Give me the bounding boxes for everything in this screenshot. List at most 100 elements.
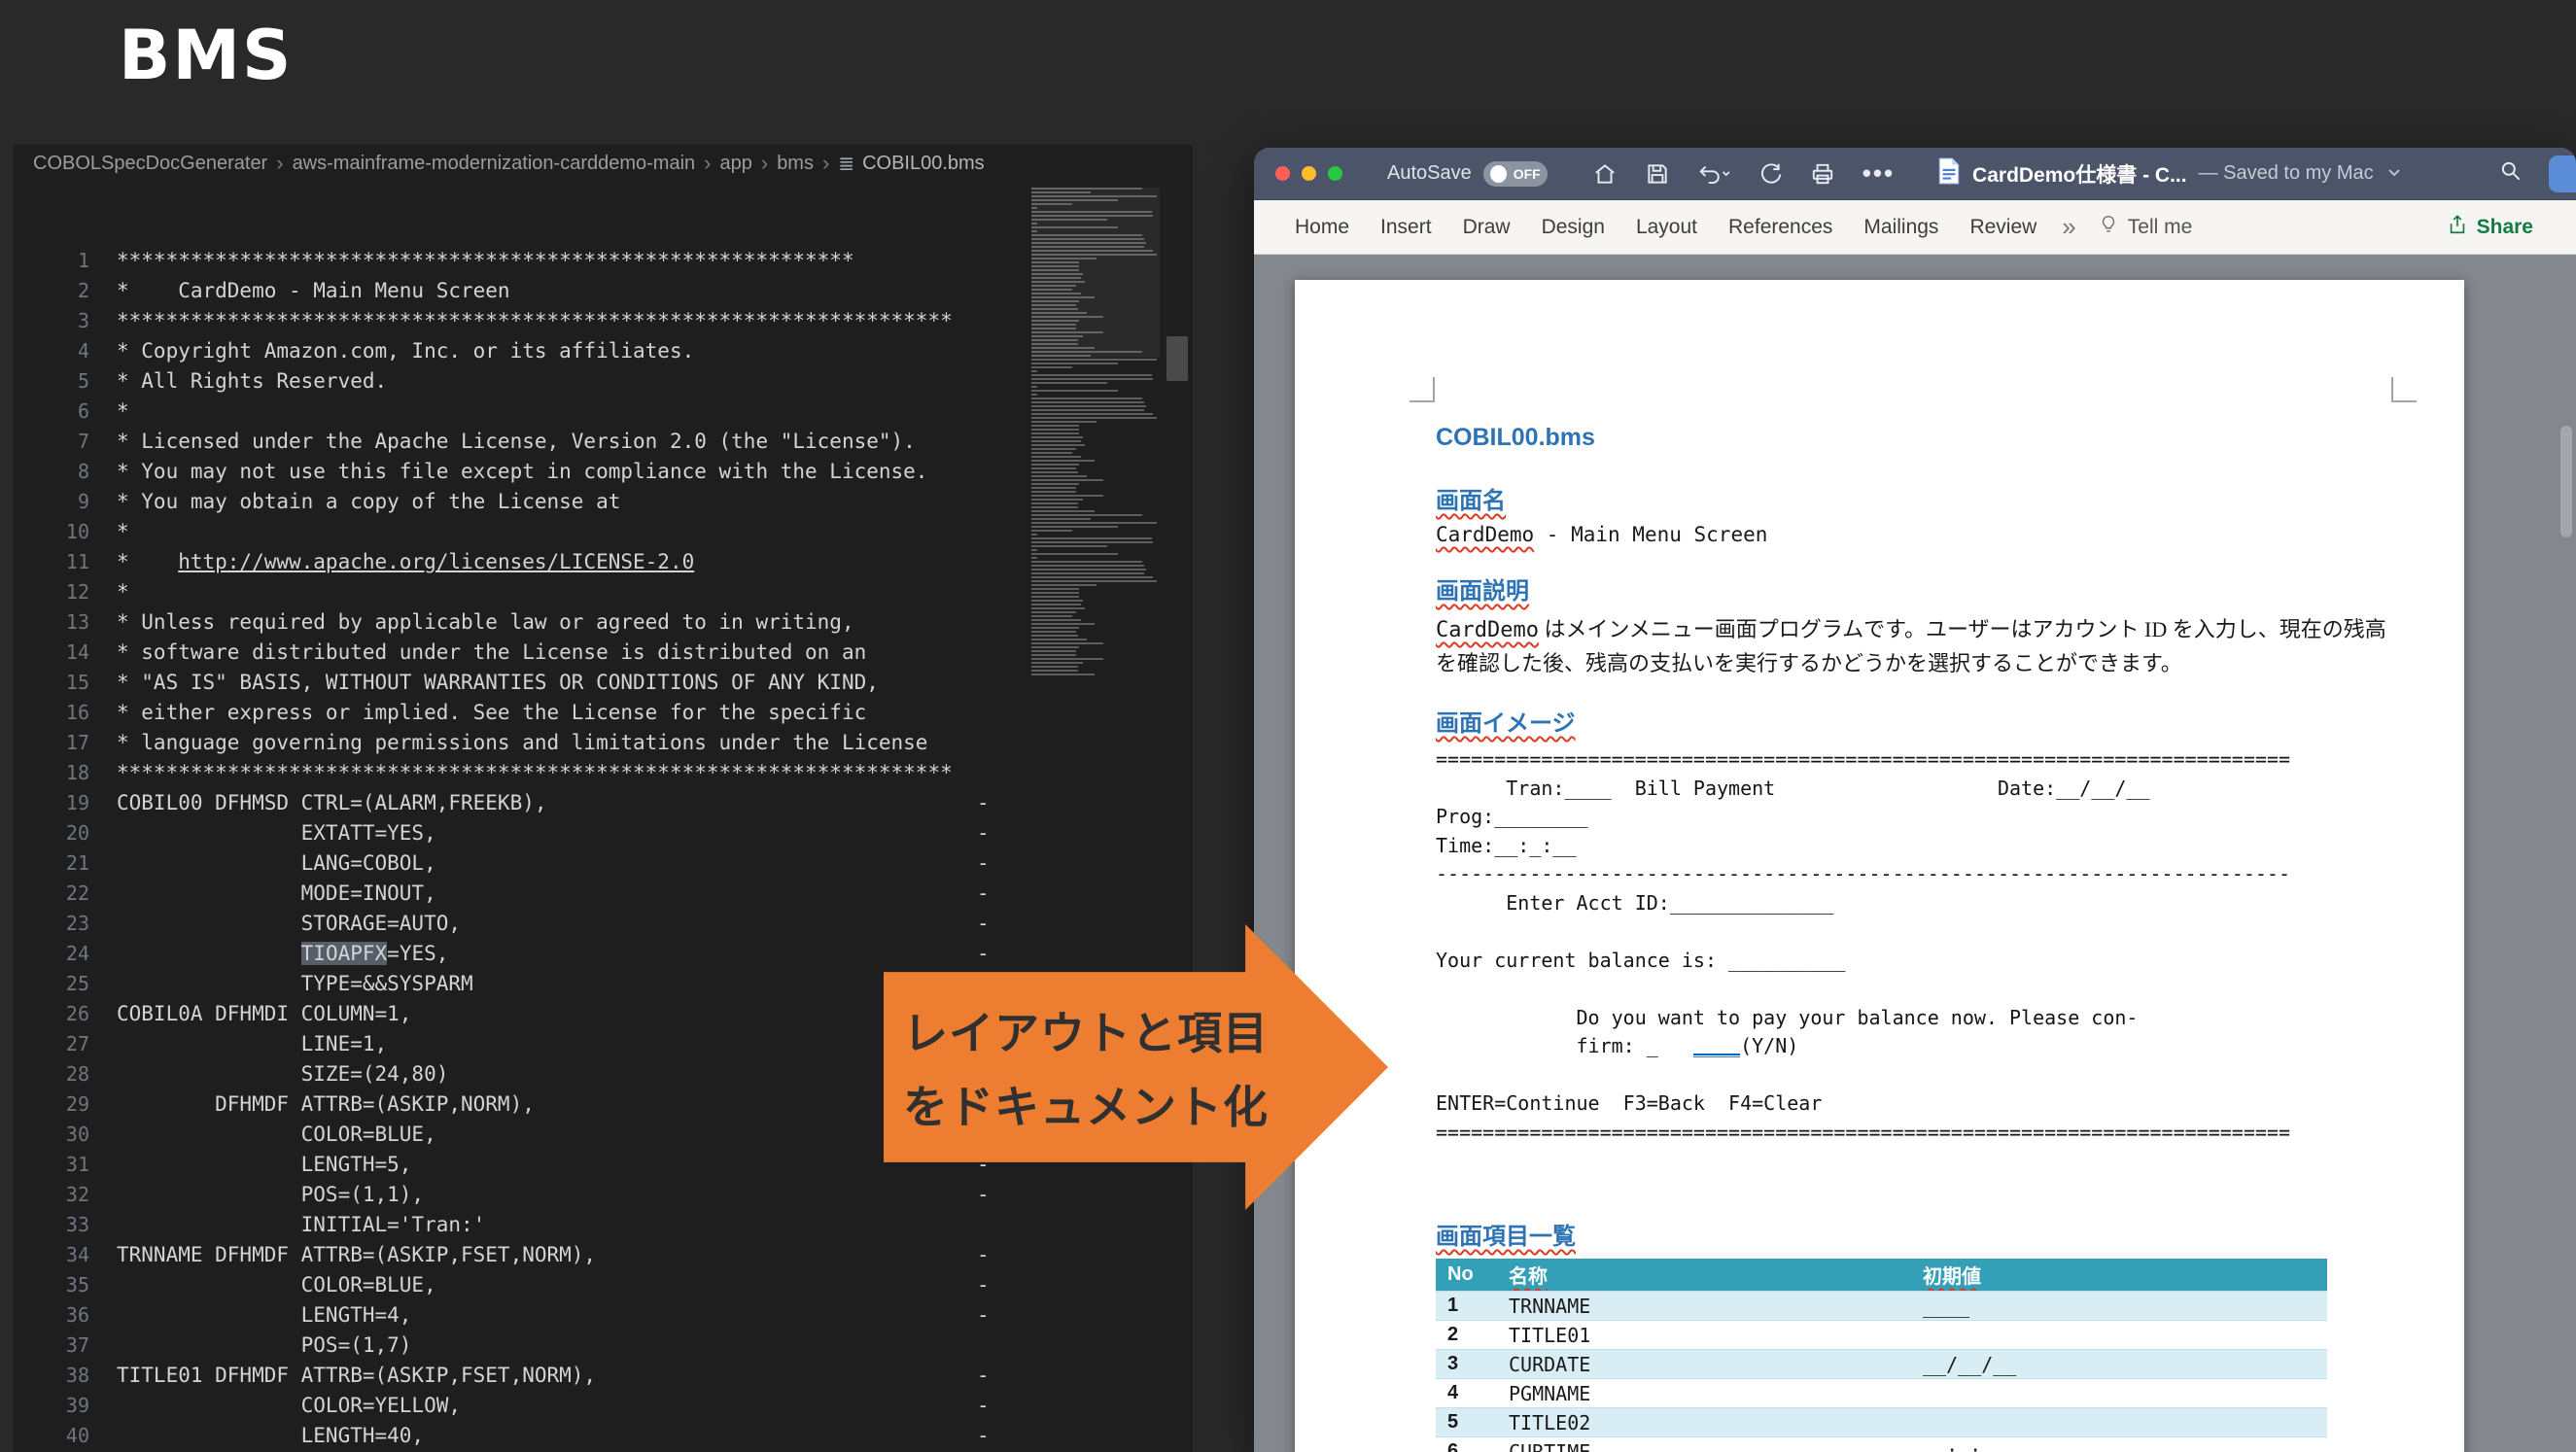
code-area[interactable]: 1***************************************…	[14, 182, 1193, 1452]
ribbon-tab-draw[interactable]: Draw	[1447, 200, 1526, 254]
autosave-label: AutoSave	[1387, 162, 1472, 185]
breadcrumb-item[interactable]: bms	[777, 153, 814, 175]
document-scrollbar[interactable]	[2560, 260, 2572, 1446]
screen-description-text: CardDemo はメインメニュー画面プログラムです。ユーザーはアカウント ID…	[1436, 613, 2390, 680]
minimize-window-button[interactable]	[1302, 166, 1316, 181]
screen-image-line: ----------------------------------------…	[1436, 860, 2390, 889]
line-number: 27	[29, 1029, 89, 1059]
line-number: 28	[29, 1059, 89, 1089]
ribbon-tab-mailings[interactable]: Mailings	[1848, 200, 1954, 254]
close-window-button[interactable]	[1275, 166, 1290, 181]
callout-line-2: をドキュメント化	[903, 1072, 1358, 1136]
tell-me-label: Tell me	[2128, 216, 2193, 239]
breadcrumb-item[interactable]: app	[719, 153, 751, 175]
item-no: 3	[1436, 1350, 1497, 1379]
margin-mark-left	[1410, 377, 1435, 402]
autosave-state: OFF	[1514, 166, 1541, 182]
screen-name-value: CardDemo - Main Menu Screen	[1436, 523, 2390, 546]
item-name: TITLE02	[1497, 1408, 1911, 1437]
items-table-header: 名称	[1497, 1259, 1911, 1292]
item-no: 1	[1436, 1292, 1497, 1321]
ribbon-tabs: HomeInsertDrawDesignLayoutReferencesMail…	[1279, 200, 2052, 254]
document-scrollbar-thumb[interactable]	[2560, 426, 2572, 537]
ribbon-tab-insert[interactable]: Insert	[1365, 200, 1447, 254]
document-page[interactable]: COBIL00.bms 画面名 CardDemo - Main Menu Scr…	[1295, 280, 2464, 1452]
account-avatar[interactable]	[2549, 156, 2576, 192]
more-options-icon[interactable]: •••	[1862, 158, 1895, 189]
breadcrumb: COBOLSpecDocGenerater › aws-mainframe-mode…	[14, 145, 1193, 182]
screen-image-line: Tran:____ Bill Payment Date:__/__/__	[1436, 775, 2390, 804]
line-number: 5	[29, 366, 89, 397]
line-number: 22	[29, 879, 89, 909]
line-number: 12	[29, 577, 89, 607]
ribbon-tab-layout[interactable]: Layout	[1620, 200, 1713, 254]
editor-scrollbar-thumb[interactable]	[1166, 336, 1188, 381]
ribbon-tab-design[interactable]: Design	[1526, 200, 1620, 254]
table-row: 2TITLE01	[1436, 1321, 2327, 1350]
minimap[interactable]	[1031, 188, 1160, 732]
ribbon-overflow-chevron[interactable]: »	[2062, 212, 2075, 242]
screen-image-line	[1436, 917, 2390, 947]
redo-icon[interactable]	[1758, 161, 1783, 187]
line-number: 29	[29, 1089, 89, 1120]
chevron-down-icon[interactable]	[2385, 162, 2403, 185]
ribbon-tab-home[interactable]: Home	[1279, 200, 1365, 254]
code-line: 8* You may not use this file except in c…	[29, 457, 1193, 487]
item-initial: __/__/__	[1911, 1350, 2327, 1379]
save-icon[interactable]	[1645, 161, 1670, 187]
line-number: 10	[29, 517, 89, 547]
breadcrumb-file[interactable]: COBIL00.bms	[862, 153, 985, 175]
code-line: 11* http://www.apache.org/licenses/LICEN…	[29, 547, 1193, 577]
code-line: 2* CardDemo - Main Menu Screen	[29, 276, 1193, 306]
tell-me-button[interactable]: Tell me	[2098, 214, 2193, 241]
table-row: 5TITLE02	[1436, 1408, 2327, 1437]
ribbon-tab-review[interactable]: Review	[1954, 200, 2052, 254]
code-line: 35 COLOR=BLUE, -	[29, 1270, 1193, 1300]
code-line: 7* Licensed under the Apache License, Ve…	[29, 427, 1193, 457]
ribbon-tab-references[interactable]: References	[1713, 200, 1848, 254]
code-line: 34TRNNAME DFHMDF ATTRB=(ASKIP,FSET,NORM)…	[29, 1240, 1193, 1270]
item-initial	[1911, 1408, 2327, 1437]
section-heading-screen-name: 画面名	[1436, 481, 1506, 515]
code-line: 38TITLE01 DFHMDF ATTRB=(ASKIP,FSET,NORM)…	[29, 1361, 1193, 1391]
screen-image-line	[1436, 1061, 2390, 1090]
word-document-icon	[1937, 157, 1961, 190]
line-number: 34	[29, 1240, 89, 1270]
section-heading-screen-items: 画面項目一覧	[1436, 1217, 1576, 1251]
autosave-toggle[interactable]: OFF	[1483, 161, 1548, 187]
screen-image-line: ENTER=Continue F3=Back F4=Clear	[1436, 1089, 2390, 1119]
line-number: 30	[29, 1120, 89, 1150]
screen-image: ========================================…	[1436, 745, 2390, 1147]
line-number: 25	[29, 969, 89, 999]
item-no: 4	[1436, 1379, 1497, 1408]
code-line: 9* You may obtain a copy of the License …	[29, 487, 1193, 517]
line-number: 36	[29, 1300, 89, 1331]
code-line: 40 LENGTH=40, -	[29, 1421, 1193, 1451]
line-number: 40	[29, 1421, 89, 1451]
document-title: CardDemo仕様書 - C...	[1972, 159, 2187, 189]
code-line: 24 TIOAPFX=YES, -	[29, 939, 1193, 969]
chevron-right-icon: ›	[276, 151, 283, 176]
code-line: 17* language governing permissions and l…	[29, 728, 1193, 758]
undo-icon[interactable]	[1697, 161, 1730, 187]
chevron-right-icon: ›	[761, 151, 768, 176]
home-icon[interactable]	[1592, 161, 1618, 187]
chevron-right-icon: ›	[704, 151, 711, 176]
autosave-toggle-knob	[1490, 165, 1507, 183]
zoom-window-button[interactable]	[1328, 166, 1342, 181]
breadcrumb-item[interactable]: COBOLSpecDocGenerater	[33, 153, 267, 175]
print-icon[interactable]	[1810, 161, 1835, 187]
document-title-group[interactable]: CardDemo仕様書 - C... — Saved to my Mac	[1937, 157, 2403, 190]
page-title: BMS	[119, 16, 293, 95]
share-button[interactable]: Share	[2447, 214, 2533, 241]
item-no: 5	[1436, 1408, 1497, 1437]
code-line: 13* Unless required by applicable law or…	[29, 607, 1193, 638]
ribbon: HomeInsertDrawDesignLayoutReferencesMail…	[1254, 200, 2576, 255]
screen-image-line: ========================================…	[1436, 1119, 2390, 1148]
breadcrumb-item[interactable]: aws-mainframe-modernization-carddemo-mai…	[293, 153, 696, 175]
line-number: 17	[29, 728, 89, 758]
line-number: 26	[29, 999, 89, 1029]
code-line: 19COBIL00 DFHMSD CTRL=(ALARM,FREEKB), -	[29, 788, 1193, 818]
search-icon[interactable]	[2498, 158, 2524, 190]
line-number: 20	[29, 818, 89, 848]
